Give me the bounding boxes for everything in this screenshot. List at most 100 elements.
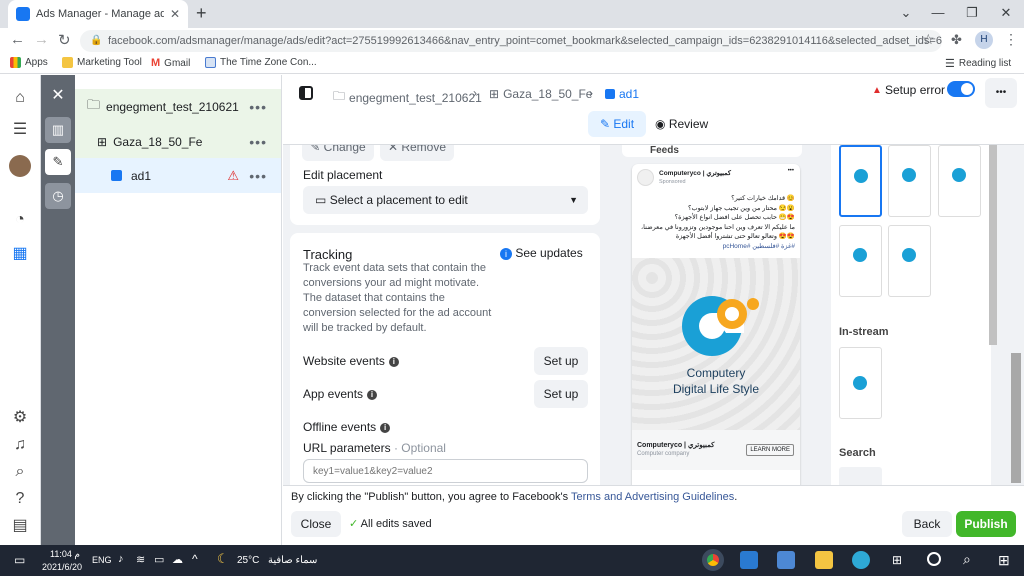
help-icon[interactable]: ? [10, 489, 30, 509]
store-icon[interactable] [777, 551, 795, 569]
weather-temp[interactable]: 25°C [237, 555, 259, 566]
edit-pencil-icon[interactable]: ✎ [45, 149, 71, 175]
tree-ad-row[interactable]: ad1 ⚠ ••• [75, 158, 281, 193]
url-field[interactable]: 🔒 facebook.com/adsmanager/manage/ads/edi… [80, 30, 942, 52]
home-icon[interactable]: ⌂ [10, 88, 30, 108]
search-icon[interactable]: ⌕ [10, 462, 30, 482]
url-parameters-input[interactable] [303, 459, 588, 483]
thumb-search-1[interactable] [839, 467, 882, 485]
campaign-more-icon[interactable]: ••• [249, 99, 267, 115]
website-events-setup-button[interactable]: Set up [534, 347, 588, 375]
tab-review[interactable]: ◉ Review [655, 111, 715, 137]
tree-campaign-row[interactable]: 🗀 engegment_test_210621 ••• [75, 89, 281, 124]
post-line: #غزة #فلسطين #pcHome [722, 242, 795, 250]
new-tab-button[interactable]: + [196, 3, 207, 24]
see-updates-link[interactable]: i See updates [500, 246, 583, 260]
publish-button[interactable]: Publish [956, 511, 1016, 537]
learn-more-button[interactable]: LEARN MORE [746, 444, 794, 456]
file-explorer-icon[interactable] [815, 551, 833, 569]
avatar[interactable] [9, 155, 31, 177]
bookmark-time-zone[interactable]: The Time Zone Con... [205, 57, 317, 68]
reading-list-button[interactable]: ☰ Reading list [945, 57, 1011, 70]
bookmark-apps[interactable]: Apps [10, 57, 48, 68]
placement-select[interactable]: ▭ Select a placement to edit ▼ [303, 186, 588, 214]
close-button[interactable]: Close [291, 511, 341, 537]
thumb-feed-1[interactable] [839, 145, 882, 217]
cortana-icon[interactable] [927, 552, 941, 566]
settings-gear-icon[interactable]: ⚙ [10, 408, 30, 428]
reload-icon[interactable]: ↻ [58, 31, 71, 49]
remove-button[interactable]: ✕ Remove [380, 145, 454, 161]
notifications-bell-icon[interactable]: ♫ [10, 435, 30, 455]
star-icon[interactable]: ☆ [922, 31, 935, 48]
task-view-icon[interactable]: ⊞ [892, 553, 902, 567]
chevron-up-icon[interactable]: ^ [192, 552, 198, 566]
bookmark-gmail[interactable]: M Gmail [151, 57, 190, 69]
see-updates-label: See updates [515, 246, 583, 260]
terms-link[interactable]: Terms and Advertising Guidelines [571, 491, 734, 503]
info-icon: i [367, 389, 378, 400]
ad-more-icon[interactable]: ••• [249, 168, 267, 184]
close-window-button[interactable]: ✕ [996, 4, 1016, 22]
ads-manager-icon[interactable]: ▦ [10, 244, 30, 264]
setup-error-label: Setup error [885, 83, 946, 97]
browser-menu-icon[interactable]: ⋮ [1004, 31, 1018, 48]
network-icon[interactable]: ≋ [136, 553, 145, 566]
weather-text[interactable]: سماء صافية [268, 555, 317, 566]
tab-search-icon[interactable]: ⌄ [896, 4, 916, 22]
extensions-icon[interactable]: ✤ [951, 32, 962, 48]
close-tab-icon[interactable]: ✕ [170, 7, 180, 21]
change-button[interactable]: ✎ Change [302, 145, 374, 161]
preview-panel: Feeds Computeryco | كمبيوتري Sponsored •… [610, 145, 810, 485]
action-center-icon[interactable]: ▭ [14, 553, 25, 567]
campaign-tree: 🗀 engegment_test_210621 ••• ⊞ Gaza_18_50… [75, 75, 282, 545]
app-events-setup-button[interactable]: Set up [534, 380, 588, 408]
edge-icon[interactable] [852, 551, 870, 569]
sidebar-toggle-icon[interactable] [299, 86, 313, 100]
battery-icon[interactable]: ▭ [154, 553, 164, 566]
bookmark-marketing-tool[interactable]: Marketing Tool [62, 57, 142, 68]
volume-icon[interactable]: ♪ [118, 553, 124, 565]
menu-icon[interactable]: ☰ [10, 120, 30, 140]
profile-avatar[interactable]: H [975, 31, 993, 49]
report-icon[interactable]: ▤ [10, 516, 30, 536]
history-clock-icon[interactable]: ◷ [45, 183, 71, 209]
placement-icon: ▭ [315, 193, 327, 207]
clock-date[interactable]: 2021/6/20 [42, 562, 82, 572]
thumb-feed-4[interactable] [839, 225, 882, 297]
clock-time[interactable]: 11:04 م [50, 549, 80, 560]
back-arrow-icon[interactable]: ← [10, 31, 25, 48]
mail-icon[interactable] [740, 551, 758, 569]
page-scrollbar[interactable] [1011, 353, 1021, 483]
preview-scrollbar[interactable] [989, 145, 997, 345]
back-button[interactable]: Back [902, 511, 952, 537]
chart-icon[interactable]: ▥ [45, 117, 71, 143]
browser-tab[interactable]: Ads Manager - Manage ads - Ad ✕ [8, 0, 188, 28]
thumb-feed-2[interactable] [888, 145, 931, 217]
cloud-icon[interactable]: ☁ [172, 553, 183, 566]
thumb-instream-1[interactable] [839, 347, 882, 419]
minimize-button[interactable]: — [928, 4, 948, 22]
breadcrumb-adset[interactable]: ⊞ Gaza_18_50_Fe [489, 87, 592, 101]
more-options-button[interactable]: ••• [985, 78, 1017, 108]
search-icon[interactable]: ⌕ [963, 551, 971, 568]
thumb-feed-5[interactable] [888, 225, 931, 297]
breadcrumb-campaign[interactable]: 🗀 engegment_test_210621 [333, 87, 482, 108]
forward-arrow-icon[interactable]: → [34, 31, 49, 48]
windows-start-icon[interactable]: ⊞ [998, 552, 1010, 569]
bookmark-label: The Time Zone Con... [220, 57, 317, 68]
restore-button[interactable]: ❐ [962, 4, 982, 22]
close-editor-icon[interactable]: ✕ [45, 83, 71, 109]
adset-more-icon[interactable]: ••• [249, 134, 267, 150]
publish-toggle[interactable] [947, 81, 975, 97]
chrome-icon[interactable] [702, 549, 724, 571]
post-menu-icon[interactable]: ••• [788, 168, 794, 174]
tree-adset-row[interactable]: ⊞ Gaza_18_50_Fe ••• [75, 124, 281, 159]
tab-edit[interactable]: ✎ Edit [588, 111, 646, 137]
language-indicator[interactable]: ENG [92, 555, 112, 565]
thumb-feed-3[interactable] [938, 145, 981, 217]
ad-name: ad1 [131, 168, 152, 183]
breadcrumb-ad[interactable]: ad1 [605, 87, 639, 101]
dashboard-icon[interactable]: ◔ [10, 210, 30, 230]
ad-creative-image: Computery Digital Life Style [632, 258, 800, 430]
